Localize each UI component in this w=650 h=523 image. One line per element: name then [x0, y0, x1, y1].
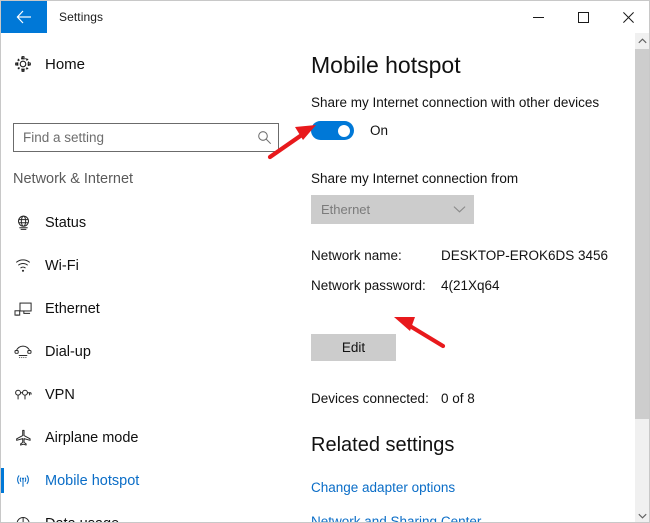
link-network-and-sharing-center[interactable]: Network and Sharing Center [311, 514, 481, 522]
sidebar-item-label: Status [45, 214, 87, 231]
devices-connected-value: 0 of 8 [441, 391, 475, 406]
gear-icon [1, 55, 45, 73]
minimize-icon [533, 16, 544, 18]
vertical-scrollbar[interactable] [634, 33, 649, 522]
sidebar-item-vpn[interactable]: VPN [1, 373, 301, 416]
network-name-value: DESKTOP-EROK6DS 3456 [441, 248, 609, 263]
hotspot-broadcast-icon [1, 473, 45, 489]
share-from-value: Ethernet [321, 202, 371, 217]
close-button[interactable] [606, 1, 649, 33]
sidebar-item-airplane-mode[interactable]: Airplane mode [1, 416, 301, 459]
network-password-row: Network password: 4(21Xq64 [311, 278, 500, 293]
sidebar-item-home-label: Home [45, 55, 86, 73]
sidebar-item-label: Airplane mode [45, 429, 139, 446]
network-name-row: Network name: DESKTOP-EROK6DS 3456 [311, 248, 608, 263]
edit-button[interactable]: Edit [311, 334, 396, 361]
share-from-dropdown[interactable]: Ethernet [311, 195, 474, 224]
sidebar-item-label: Ethernet [45, 300, 100, 317]
related-settings-title: Related settings [311, 434, 455, 456]
network-password-label: Network password: [311, 278, 426, 293]
search-box[interactable] [13, 123, 279, 152]
devices-connected-row: Devices connected: 0 of 8 [311, 391, 475, 406]
phone-handset-icon [1, 344, 45, 360]
selection-accent-bar [1, 382, 4, 407]
share-connection-toggle[interactable] [311, 121, 354, 140]
sidebar-nav-list: Status Wi-Fi Ethernet Dial-up VPN Airpla… [1, 201, 301, 523]
toggle-knob [338, 124, 350, 137]
sidebar: Home Network & Internet [1, 33, 301, 523]
share-toggle-row: On [311, 121, 388, 140]
selection-accent-bar [1, 296, 4, 321]
toggle-state-label: On [370, 123, 389, 138]
chevron-down-icon [444, 205, 474, 214]
sidebar-item-label: Wi-Fi [45, 257, 79, 274]
wifi-icon [1, 257, 45, 274]
sidebar-item-ethernet[interactable]: Ethernet [1, 287, 301, 330]
content-pane: Mobile hotspot Share my Internet connect… [301, 33, 636, 522]
maximize-icon [578, 11, 589, 23]
selection-accent-bar [1, 425, 4, 450]
selection-accent-bar [1, 339, 4, 364]
window-title: Settings [59, 10, 104, 24]
page-title: Mobile hotspot [311, 52, 461, 78]
link-change-adapter-options[interactable]: Change adapter options [311, 480, 455, 495]
selection-accent-bar [1, 253, 4, 278]
vpn-key-icon [1, 387, 45, 402]
network-password-value: 4(21Xq64 [441, 278, 500, 293]
scrollbar-thumb[interactable] [635, 49, 649, 419]
back-button[interactable] [1, 1, 47, 33]
sidebar-item-label: Dial-up [45, 343, 91, 360]
minimize-button[interactable] [516, 1, 561, 33]
search-icon [250, 130, 278, 145]
settings-window: Settings Home Find a setting Network & I… [0, 0, 650, 523]
sidebar-category-label: Network & Internet [13, 171, 134, 187]
chevron-up-icon [637, 38, 647, 44]
title-bar: Settings [1, 1, 649, 33]
sidebar-item-label: Mobile hotspot [45, 472, 140, 489]
scroll-down-button[interactable] [635, 508, 649, 522]
airplane-icon [1, 429, 45, 446]
share-from-label: Share my Internet connection from [311, 171, 519, 186]
sidebar-item-status[interactable]: Status [1, 201, 301, 244]
close-icon [623, 11, 634, 23]
monitor-icon [1, 301, 45, 317]
sidebar-item-wifi[interactable]: Wi-Fi [1, 244, 301, 287]
maximize-button[interactable] [561, 1, 606, 33]
search-input[interactable] [14, 130, 250, 145]
chevron-down-icon [637, 513, 647, 519]
selection-accent-bar [1, 511, 4, 522]
window-controls [516, 1, 649, 33]
sidebar-item-label: Data usage [45, 516, 119, 523]
back-arrow-icon [16, 10, 31, 24]
sidebar-item-mobile-hotspot[interactable]: Mobile hotspot [1, 459, 301, 502]
devices-connected-label: Devices connected: [311, 391, 429, 406]
sidebar-item-dial-up[interactable]: Dial-up [1, 330, 301, 373]
sidebar-item-home[interactable]: Home [1, 47, 291, 81]
sidebar-item-data-usage[interactable]: Data usage [1, 502, 301, 523]
sidebar-item-label: VPN [45, 386, 75, 403]
network-name-label: Network name: [311, 248, 402, 263]
pie-chart-icon [1, 515, 45, 522]
selection-accent-bar [1, 468, 4, 493]
selection-accent-bar [1, 210, 4, 235]
globe-icon [1, 214, 45, 231]
share-connection-label: Share my Internet connection with other … [311, 95, 600, 110]
scroll-up-button[interactable] [635, 33, 649, 49]
